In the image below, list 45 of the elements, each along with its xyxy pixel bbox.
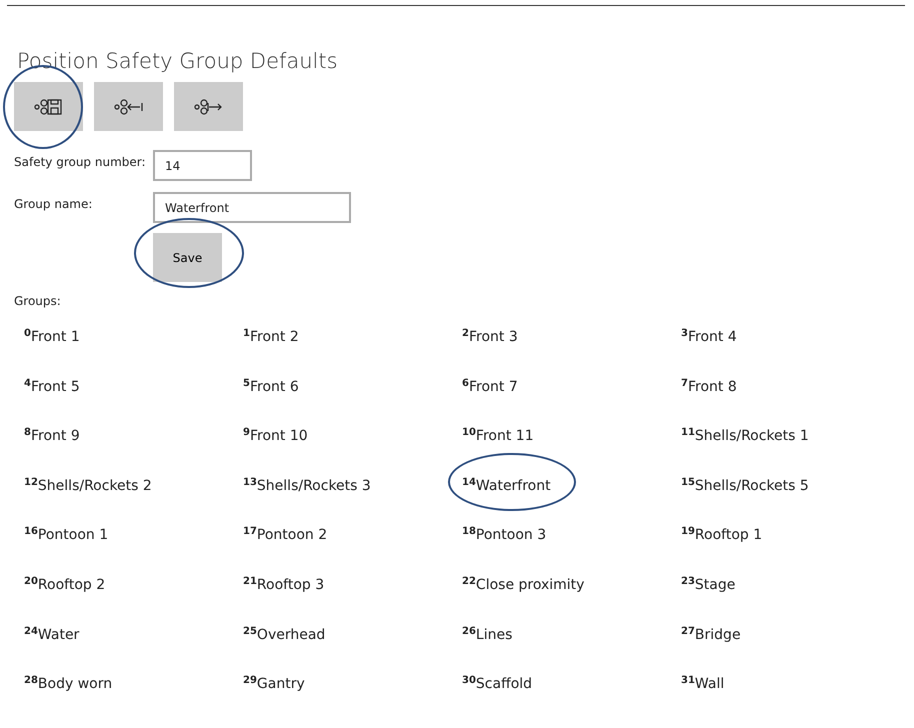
- group-item[interactable]: $^{9}$Front 10: [243, 428, 308, 444]
- group-item[interactable]: $^{23}$Stage: [681, 576, 736, 593]
- group-item[interactable]: $^{19}$Rooftop 1: [681, 527, 762, 544]
- export-toolbar-button[interactable]: [174, 82, 243, 131]
- groups-label: Groups:: [14, 293, 62, 310]
- group-item[interactable]: $^{8}$Front 9: [24, 428, 80, 444]
- group-item[interactable]: $^{11}$Shells/Rockets 1: [681, 428, 809, 444]
- group-item[interactable]: $^{13}$Shells/Rockets 3: [243, 478, 371, 494]
- group-item[interactable]: $^{5}$Front 6: [243, 378, 299, 395]
- group-item[interactable]: $^{6}$Front 7: [462, 378, 518, 395]
- group-item[interactable]: $^{24}$Water: [24, 626, 80, 643]
- network-save-icon: [33, 96, 64, 116]
- group-item[interactable]: $^{31}$Wall: [681, 676, 724, 692]
- page-title: Position Safety Group Defaults: [17, 48, 339, 75]
- save-toolbar-button[interactable]: [14, 82, 83, 131]
- group-item[interactable]: $^{27}$Bridge: [681, 626, 741, 643]
- save-button[interactable]: Save: [153, 233, 222, 282]
- group-item[interactable]: $^{30}$Scaffold: [462, 676, 532, 692]
- group-item[interactable]: $^{7}$Front 8: [681, 378, 737, 395]
- group-item[interactable]: $^{14}$Waterfront: [462, 478, 551, 494]
- group-item[interactable]: $^{12}$Shells/Rockets 2: [24, 478, 152, 494]
- field-label: Safety group number:: [14, 154, 147, 171]
- group-item[interactable]: $^{25}$Overhead: [243, 626, 326, 643]
- group-item[interactable]: $^{15}$Shells/Rockets 5: [681, 478, 809, 494]
- group-number-field[interactable]: 14: [153, 150, 252, 181]
- group-item[interactable]: $^{29}$Gantry: [243, 676, 305, 692]
- group-item[interactable]: $^{20}$Rooftop 2: [24, 576, 106, 593]
- network-arrow-right-icon: [193, 96, 224, 116]
- group-item[interactable]: $^{2}$Front 3: [462, 329, 518, 345]
- group-item[interactable]: $^{17}$Pontoon 2: [243, 527, 328, 544]
- group-item[interactable]: $^{16}$Pontoon 1: [24, 527, 108, 544]
- group-item[interactable]: $^{1}$Front 2: [243, 329, 299, 345]
- group-item[interactable]: $^{18}$Pontoon 3: [462, 527, 546, 544]
- group-item[interactable]: $^{22}$Close proximity: [462, 576, 584, 593]
- network-arrow-left-icon: [113, 96, 144, 116]
- group-item[interactable]: $^{26}$Lines: [462, 626, 512, 643]
- group-item[interactable]: $^{28}$Body worn: [24, 676, 112, 692]
- import-toolbar-button[interactable]: [94, 82, 163, 131]
- group-item[interactable]: $^{10}$Front 11: [462, 428, 534, 444]
- group-name-field[interactable]: Waterfront: [153, 192, 351, 223]
- group-item[interactable]: $^{21}$Rooftop 3: [243, 576, 324, 593]
- group-item[interactable]: $^{0}$Front 1: [24, 329, 80, 345]
- group-item[interactable]: $^{3}$Front 4: [681, 329, 737, 345]
- group-item[interactable]: $^{4}$Front 5: [24, 378, 80, 395]
- field-label: Group name:: [14, 196, 94, 213]
